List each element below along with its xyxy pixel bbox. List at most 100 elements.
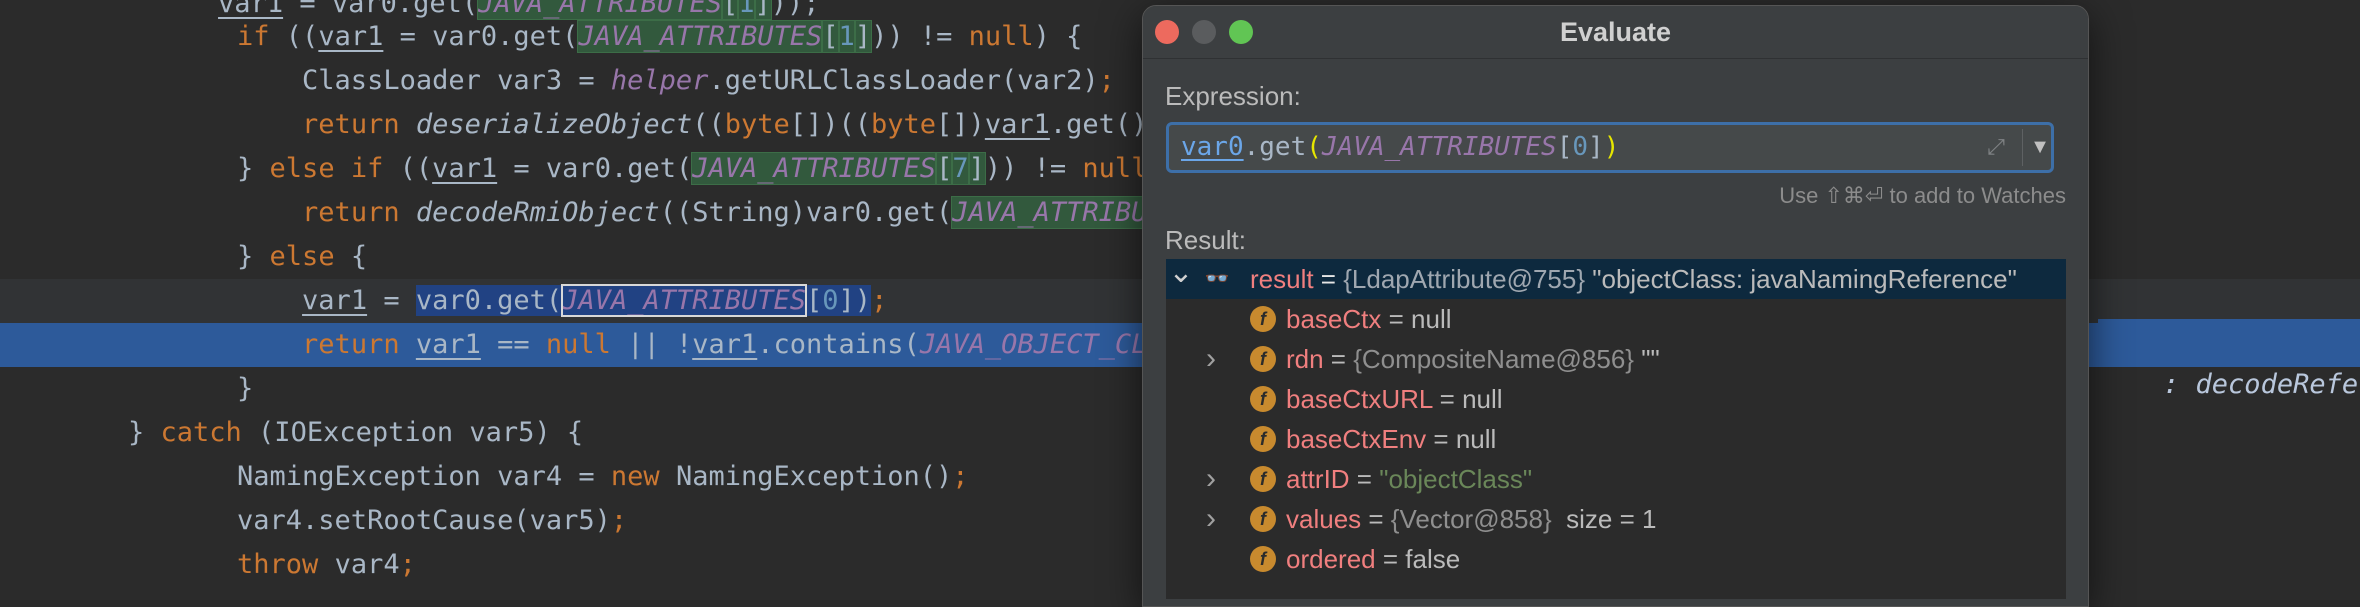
history-dropdown-icon[interactable]: ▼ xyxy=(2025,125,2055,170)
expression-input[interactable]: var0.get(JAVA_ATTRIBUTES[0]) ⤢ ▼ xyxy=(1166,122,2054,173)
equals-sign: = xyxy=(1432,384,1463,414)
code-token: } xyxy=(172,373,254,404)
code-token: catch xyxy=(160,417,242,448)
expr-close-paren: ) xyxy=(1603,132,1620,162)
code-token: [ xyxy=(935,152,954,185)
field-name: ordered xyxy=(1286,544,1376,574)
code-token: var1 xyxy=(318,21,384,52)
code-token: = var0.get( xyxy=(497,153,693,184)
code-token: var1 xyxy=(984,109,1050,140)
code-token: == xyxy=(480,329,546,360)
result-row-text: ordered = false xyxy=(1286,539,1460,579)
result-tree-row[interactable]: ⌄ 👓 result = {LdapAttribute@755} "objectCl… xyxy=(1166,259,2066,299)
result-tree-row[interactable]: f baseCtxEnv = null xyxy=(1166,419,2066,459)
expr-method: .get xyxy=(1243,132,1307,162)
code-token: var1 xyxy=(692,329,758,360)
expand-editor-icon[interactable]: ⤢ xyxy=(1984,135,2008,159)
code-token: [ xyxy=(806,285,823,316)
add-to-watches-hint: Use ⇧⌘⏎ to add to Watches xyxy=(1779,183,2066,208)
code-line-content: ClassLoader var3 = helper.getURLClassLoa… xyxy=(172,59,1115,103)
code-token: new xyxy=(610,461,660,492)
field-icon: f xyxy=(1250,426,1276,452)
expression-label: Expression: xyxy=(1165,81,1301,111)
code-line-content: return deserializeObject((byte[])((byte[… xyxy=(172,103,1294,147)
code-line-content: throw var4; xyxy=(172,543,416,587)
code-token: [ xyxy=(821,20,840,53)
field-icon: f xyxy=(1250,466,1276,492)
code-token: = var0.get( xyxy=(383,21,579,52)
field-icon: f xyxy=(1250,506,1276,532)
evaluate-dialog: Evaluate Expression: var0.get(JAVA_ATTRI… xyxy=(1142,5,2089,607)
expr-index-open: [ xyxy=(1556,132,1573,162)
result-row-text: values = {Vector@858} size = 1 xyxy=(1286,499,1656,539)
code-token: helper xyxy=(610,65,709,96)
code-line-content: if ((var1 = var0.get(JAVA_ATTRIBUTES[1])… xyxy=(172,15,1082,59)
code-token: else if xyxy=(269,153,384,184)
code-token: var4 xyxy=(318,549,400,580)
code-line-content: } catch (IOException var5) { xyxy=(128,411,583,455)
chevron-right-icon[interactable]: › xyxy=(1198,339,1224,379)
dialog-titlebar[interactable]: Evaluate xyxy=(1143,6,2088,59)
field-value: null xyxy=(1462,384,1503,414)
expression-text[interactable]: var0.get(JAVA_ATTRIBUTES[0]) xyxy=(1181,125,1619,170)
code-token: { xyxy=(334,241,368,272)
field-value: null xyxy=(1455,424,1497,454)
code-token: = xyxy=(367,285,416,316)
result-row-text: baseCtx = null xyxy=(1286,299,1452,339)
result-label: Result: xyxy=(1165,225,1246,255)
code-token: var4.setRootCause(var5) xyxy=(172,505,611,536)
code-token: )) != xyxy=(871,21,969,52)
chevron-right-icon[interactable]: › xyxy=(1198,459,1224,499)
equals-sign: = xyxy=(1361,504,1391,534)
code-token: } xyxy=(172,153,270,184)
code-token: JAVA_ATTRIBUTES xyxy=(691,152,938,185)
result-tree-row[interactable]: › f values = {Vector@858} size = 1 xyxy=(1166,499,2066,539)
field-value: "objectClass: javaNamingReference" xyxy=(1585,264,2017,294)
code-token: var0.get( xyxy=(415,285,563,316)
result-tree-row[interactable]: › f attrID = "objectClass" xyxy=(1166,459,2066,499)
code-token: 7 xyxy=(951,152,970,185)
code-token: NamingException() xyxy=(659,461,953,492)
code-token: null xyxy=(1082,153,1148,184)
result-tree-row[interactable]: f baseCtx = null xyxy=(1166,299,2066,339)
chevron-right-icon[interactable]: › xyxy=(1198,499,1224,539)
equals-sign: = xyxy=(1323,344,1354,374)
code-token: 0 xyxy=(822,285,839,316)
code-token: null xyxy=(968,21,1034,52)
field-icon: f xyxy=(1250,546,1276,572)
expr-index-close: ] xyxy=(1588,132,1604,162)
code-token: byte xyxy=(871,109,937,140)
code-token: var1 xyxy=(415,329,481,360)
result-row-text: baseCtxURL = null xyxy=(1286,379,1503,419)
result-tree-row[interactable]: f baseCtxURL = null xyxy=(1166,379,2066,419)
chevron-down-icon[interactable]: ⌄ xyxy=(1168,259,1194,299)
code-token: ) { xyxy=(1033,21,1083,52)
code-token: return xyxy=(302,329,416,360)
code-token: (( xyxy=(269,21,319,52)
code-token: return xyxy=(302,109,416,140)
code-token: (( xyxy=(692,109,725,140)
code-token: ClassLoader var3 = xyxy=(172,65,611,96)
code-line-content: NamingException var4 = new NamingExcepti… xyxy=(172,455,969,499)
result-row-text: result = {LdapAttribute@755} "objectClas… xyxy=(1250,259,2017,299)
code-token: ; xyxy=(399,549,416,580)
code-token: JAVA_ATTRIBUTES xyxy=(577,20,824,53)
result-tree-row[interactable]: › f rdn = {CompositeName@856} "" xyxy=(1166,339,2066,379)
field-icon: f xyxy=(1250,386,1276,412)
expr-var: var0 xyxy=(1181,132,1244,162)
result-tree-row[interactable]: f ordered = false xyxy=(1166,539,2066,579)
result-row-text: rdn = {CompositeName@856} "" xyxy=(1286,339,1660,379)
dropdown-separator xyxy=(2022,129,2023,166)
expr-field: JAVA_ATTRIBUTES xyxy=(1321,132,1557,162)
field-name: baseCtxURL xyxy=(1286,384,1433,414)
code-token: } xyxy=(128,417,161,448)
code-line-content: } else { xyxy=(172,235,367,279)
dialog-title: Evaluate xyxy=(1559,17,1672,47)
object-reference: {LdapAttribute@755} xyxy=(1343,264,1586,294)
result-tree[interactable]: ⌄ 👓 result = {LdapAttribute@755} "objectCl… xyxy=(1166,259,2066,599)
code-line-content: var4.setRootCause(var5); xyxy=(172,499,627,543)
code-token: [])(( xyxy=(789,109,872,140)
